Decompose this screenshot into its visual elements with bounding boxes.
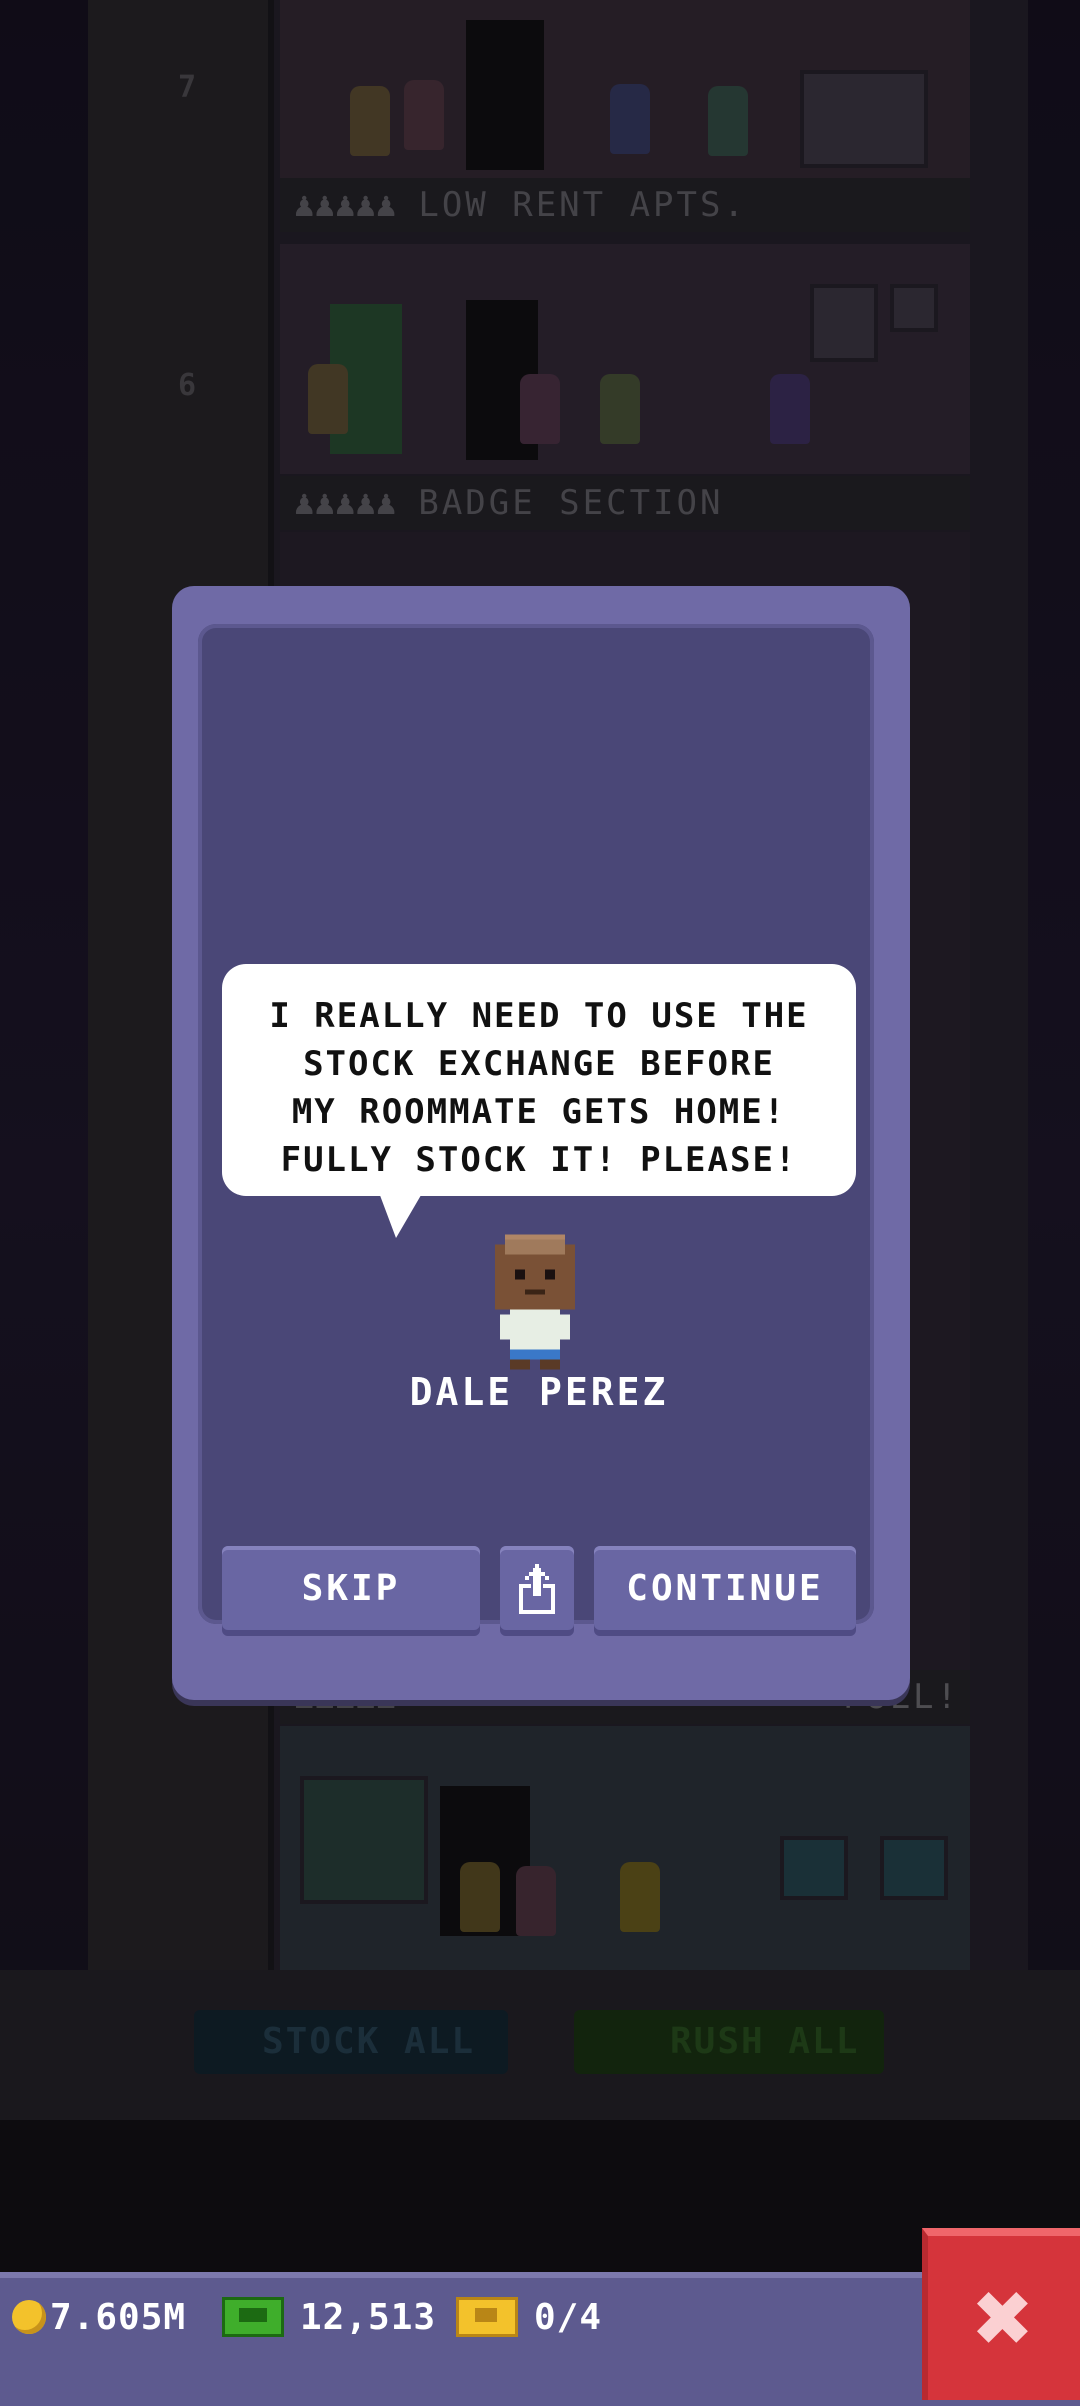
character-name: DALE PEREZ xyxy=(409,1370,669,1414)
bux-counter: 12,513 xyxy=(222,2292,436,2344)
continue-button[interactable]: CONTINUE xyxy=(594,1546,856,1636)
bux-icon xyxy=(222,2297,284,2337)
coin-icon xyxy=(12,2300,46,2334)
share-button[interactable] xyxy=(500,1546,574,1636)
speech-bubble-tail xyxy=(378,1190,424,1238)
close-button[interactable]: ✖ xyxy=(922,2228,1080,2400)
skip-button[interactable]: SKIP xyxy=(222,1546,480,1636)
tickets-counter: 0/4 xyxy=(456,2292,602,2344)
speech-bubble: I REALLY NEED TO USE THE STOCK EXCHANGE … xyxy=(222,964,856,1196)
close-icon: ✖ xyxy=(973,2259,1035,2376)
share-icon xyxy=(519,1564,555,1614)
speech-text: I REALLY NEED TO USE THE STOCK EXCHANGE … xyxy=(269,996,809,1180)
coins-counter: 7.605M xyxy=(12,2292,186,2344)
character-avatar xyxy=(495,1234,575,1370)
ticket-icon xyxy=(456,2297,518,2337)
